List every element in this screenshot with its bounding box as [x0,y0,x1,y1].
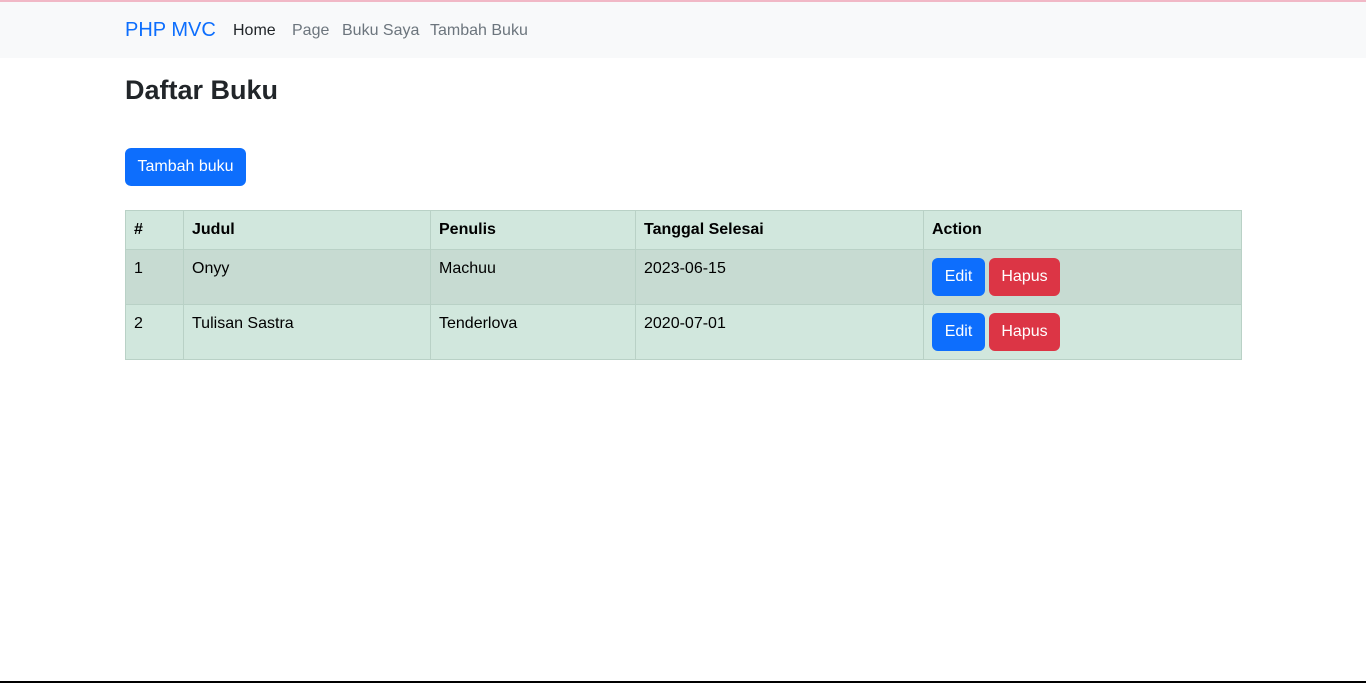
cell-tanggal: 2020-07-01 [635,304,924,360]
navbar: PHP MVC Home Page Buku Saya Tambah Buku [0,2,1366,58]
delete-button[interactable]: Hapus [989,313,1060,351]
edit-button[interactable]: Edit [932,313,985,351]
nav-link-tambah-buku[interactable]: Tambah Buku [430,22,528,40]
column-header-penulis: Penulis [430,210,636,250]
table-header-row: # Judul Penulis Tanggal Selesai Action [125,210,1242,250]
column-header-judul: Judul [183,210,431,250]
edit-button[interactable]: Edit [932,258,985,296]
table-row: 2 Tulisan Sastra Tenderlova 2020-07-01 E… [125,304,1242,360]
column-header-number: # [125,210,184,250]
cell-judul: Tulisan Sastra [183,304,431,360]
cell-number: 2 [125,304,184,360]
column-header-tanggal-selesai: Tanggal Selesai [635,210,924,250]
page-title: Daftar Buku [125,75,279,105]
cell-penulis: Tenderlova [430,304,636,360]
nav-link-home[interactable]: Home [233,22,276,40]
nav-link-page[interactable]: Page [292,22,329,40]
cell-actions: Edit Hapus [923,249,1242,305]
navbar-brand[interactable]: PHP MVC [125,19,216,42]
nav-link-buku-saya[interactable]: Buku Saya [342,22,419,40]
delete-button[interactable]: Hapus [989,258,1060,296]
column-header-action: Action [923,210,1242,250]
cell-actions: Edit Hapus [923,304,1242,360]
cell-tanggal: 2023-06-15 [635,249,924,305]
table-row: 1 Onyy Machuu 2023-06-15 Edit Hapus [125,249,1242,305]
books-table: # Judul Penulis Tanggal Selesai Action 1… [125,210,1242,360]
cell-number: 1 [125,249,184,305]
cell-penulis: Machuu [430,249,636,305]
cell-judul: Onyy [183,249,431,305]
add-book-button[interactable]: Tambah buku [125,148,246,186]
